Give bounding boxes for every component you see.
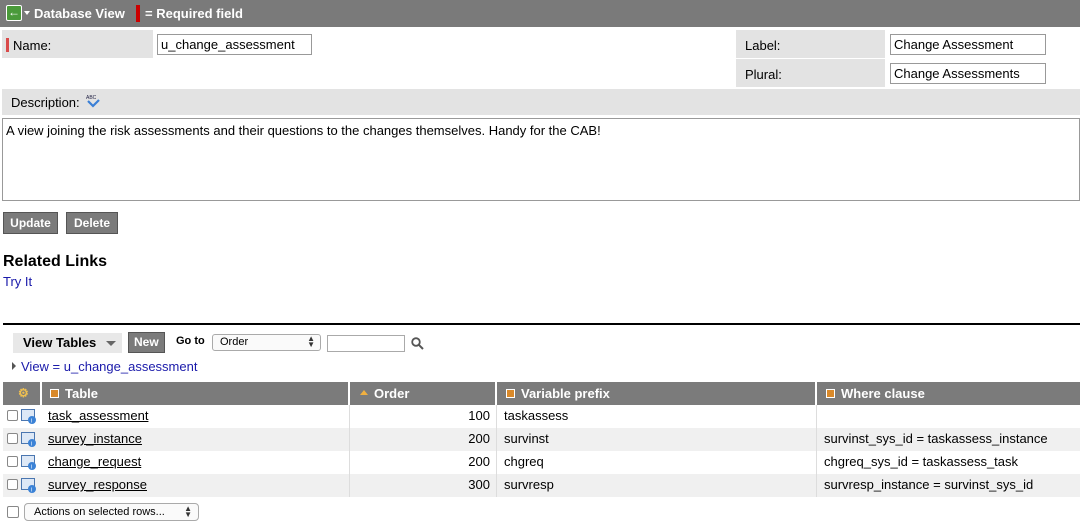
svg-text:i: i	[31, 441, 32, 447]
row-prefix: taskassess	[504, 408, 569, 423]
gear-icon[interactable]: ⚙	[18, 386, 29, 400]
column-separator	[349, 451, 350, 474]
new-button[interactable]: New	[128, 332, 165, 353]
form-title: Database View	[34, 6, 125, 21]
column-header-order-label: Order	[374, 386, 410, 401]
select-arrows-icon: ▲ ▼	[184, 504, 192, 519]
row-checkbox[interactable]	[7, 433, 18, 444]
record-info-icon[interactable]: i	[21, 455, 37, 470]
column-header-table-label: Table	[65, 386, 98, 401]
label-input[interactable]	[890, 34, 1046, 55]
goto-search-input[interactable]	[327, 335, 405, 352]
label-label: Label:	[745, 38, 781, 53]
breadcrumb-caret-icon	[12, 362, 16, 370]
row-checkbox[interactable]	[7, 410, 18, 421]
row-order: 300	[468, 477, 490, 492]
column-separator	[496, 474, 497, 497]
back-menu-caret-icon[interactable]	[24, 11, 30, 15]
name-input[interactable]	[157, 34, 312, 55]
row-checkbox[interactable]	[7, 456, 18, 467]
row-order: 100	[468, 408, 490, 423]
try-it-link[interactable]: Try It	[3, 274, 32, 289]
breadcrumb-filter[interactable]: View = u_change_assessment	[21, 359, 197, 374]
chevron-down-icon[interactable]	[106, 341, 116, 346]
row-order: 200	[468, 431, 490, 446]
name-label: Name:	[13, 38, 52, 53]
search-icon[interactable]	[411, 337, 424, 350]
update-button[interactable]: Update	[3, 212, 58, 234]
row-prefix: survinst	[504, 431, 549, 446]
column-header-prefix[interactable]: Variable prefix	[497, 382, 816, 405]
column-separator	[496, 405, 497, 428]
column-separator	[496, 428, 497, 451]
row-where: survinst_sys_id = taskassess_instance	[824, 431, 1048, 446]
plural-label: Plural:	[745, 67, 782, 82]
name-label-cell: Name:	[2, 30, 153, 58]
column-separator	[349, 428, 350, 451]
section-divider	[3, 323, 1080, 325]
required-indicator-icon	[6, 38, 9, 52]
label-label-cell: Label:	[736, 30, 885, 58]
table-row: i task_assessment 100 taskassess	[3, 405, 1080, 428]
row-where: survresp_instance = survinst_sys_id	[824, 477, 1034, 492]
svg-text:i: i	[31, 418, 32, 424]
column-header-where[interactable]: Where clause	[817, 382, 1080, 405]
select-all-checkbox[interactable]	[7, 506, 19, 518]
table-row: i change_request 200 chgreq chgreq_sys_i…	[3, 451, 1080, 474]
actions-select-label: Actions on selected rows...	[34, 506, 165, 518]
record-info-icon[interactable]: i	[21, 478, 37, 493]
row-where: chgreq_sys_id = taskassess_task	[824, 454, 1019, 469]
column-separator	[496, 451, 497, 474]
column-cube-icon	[826, 389, 835, 398]
column-separator	[816, 474, 817, 497]
delete-button[interactable]: Delete	[66, 212, 118, 234]
svg-text:i: i	[31, 487, 32, 493]
goto-label: Go to	[176, 335, 205, 347]
column-separator	[349, 474, 350, 497]
column-separator	[816, 451, 817, 474]
description-label-bar: Description: ABC	[2, 89, 1080, 115]
column-header-prefix-label: Variable prefix	[521, 386, 610, 401]
row-table-link[interactable]: survey_response	[48, 477, 147, 492]
table-row: i survey_response 300 survresp survresp_…	[3, 474, 1080, 497]
column-header-order[interactable]: Order	[350, 382, 496, 405]
svg-text:ABC: ABC	[86, 95, 97, 101]
column-options-header[interactable]: ⚙	[3, 382, 41, 405]
plural-input[interactable]	[890, 63, 1046, 84]
column-separator	[349, 405, 350, 428]
row-table-link[interactable]: survey_instance	[48, 431, 142, 446]
goto-field-select[interactable]: Order ▲ ▼	[212, 334, 321, 351]
column-header-where-label: Where clause	[841, 386, 925, 401]
actions-select[interactable]: Actions on selected rows... ▲ ▼	[24, 503, 199, 521]
description-label: Description:	[11, 95, 80, 110]
row-prefix: chgreq	[504, 454, 544, 469]
svg-text:i: i	[31, 464, 32, 470]
form-header: ← Database View = Required field	[0, 0, 1080, 27]
spell-check-icon[interactable]: ABC	[85, 94, 101, 108]
required-marker-icon	[136, 5, 140, 22]
record-info-icon[interactable]: i	[21, 409, 37, 424]
goto-selected-value: Order	[220, 336, 249, 348]
column-separator	[816, 428, 817, 451]
select-arrows-icon: ▲ ▼	[307, 334, 315, 349]
row-table-link[interactable]: change_request	[48, 454, 141, 469]
description-textarea[interactable]: A view joining the risk assessments and …	[2, 118, 1080, 201]
column-header-table[interactable]: Table	[42, 382, 349, 405]
view-tables-label: View Tables	[23, 335, 97, 350]
row-table-link[interactable]: task_assessment	[48, 408, 148, 423]
required-field-note: = Required field	[145, 6, 243, 21]
record-info-icon[interactable]: i	[21, 432, 37, 447]
column-separator	[816, 405, 817, 428]
sort-ascending-icon	[360, 390, 368, 395]
related-links-heading: Related Links	[3, 253, 108, 270]
column-cube-icon	[506, 389, 515, 398]
row-prefix: survresp	[504, 477, 554, 492]
row-order: 200	[468, 454, 490, 469]
plural-label-cell: Plural:	[736, 59, 885, 87]
back-arrow-icon[interactable]: ←	[6, 5, 22, 21]
table-row: i survey_instance 200 survinst survinst_…	[3, 428, 1080, 451]
row-checkbox[interactable]	[7, 479, 18, 490]
column-cube-icon	[50, 389, 59, 398]
